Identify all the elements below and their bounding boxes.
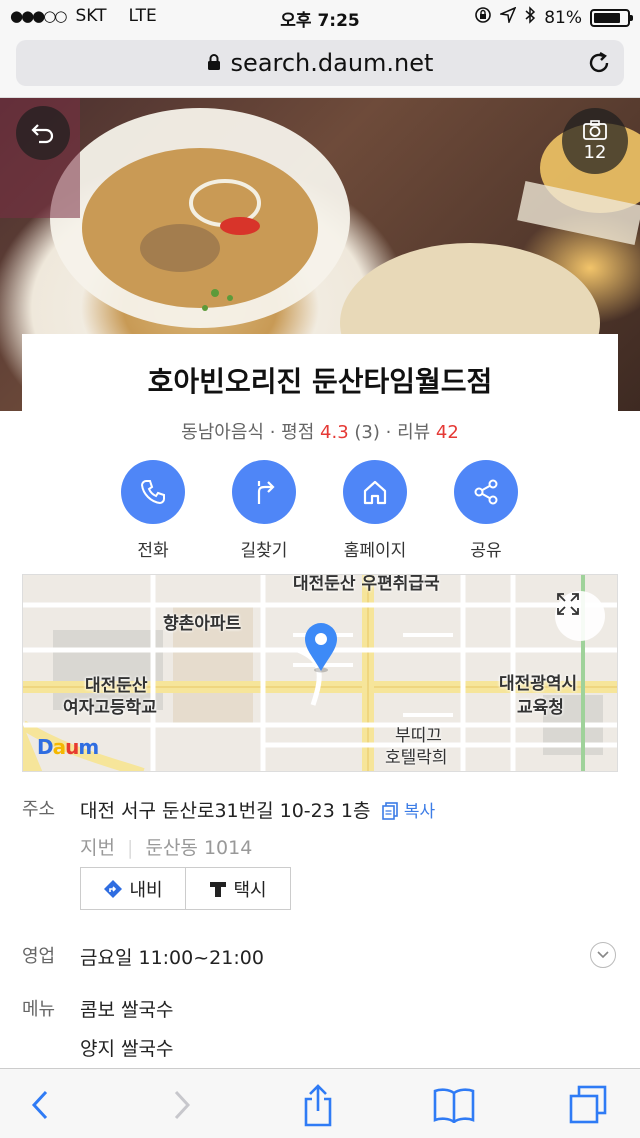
address-text: 대전 서구 둔산로31번길 10-23 1층 xyxy=(80,800,371,822)
photo-gallery-button[interactable]: 12 xyxy=(562,108,628,174)
browser-share-button[interactable] xyxy=(296,1083,340,1127)
home-icon xyxy=(343,460,407,524)
place-category: 동남아음식 xyxy=(181,422,264,443)
homepage-button[interactable]: 홈페이지 xyxy=(325,460,425,561)
bookmarks-button[interactable] xyxy=(432,1083,476,1127)
map-label-hotel-2: 호텔락희 xyxy=(385,748,448,768)
share-sheet-icon xyxy=(304,1084,332,1127)
map-label-post-office: 대전둔산 우편취급국 xyxy=(293,574,440,594)
directions-label: 길찾기 xyxy=(240,541,288,561)
photo-count: 12 xyxy=(583,141,607,163)
share-button[interactable]: 공유 xyxy=(436,460,536,561)
address-row: 대전 서구 둔산로31번길 10-23 1층 복사 xyxy=(80,796,435,823)
bluetooth-icon xyxy=(524,6,536,29)
expand-hours-button[interactable] xyxy=(590,942,616,968)
rating-value[interactable]: 4.3 xyxy=(320,422,349,443)
copy-address-button[interactable]: 복사 xyxy=(382,802,435,822)
share-label: 공유 xyxy=(470,541,502,561)
taxi-label: 택시 xyxy=(233,879,267,901)
menu-item: 콤보 쌀국수 xyxy=(80,999,174,1021)
map-label-school-2: 여자고등학교 xyxy=(63,698,157,718)
chevron-down-icon xyxy=(597,951,609,959)
status-bar: ●●●○○ SKT LTE 오후 7:25 81% xyxy=(0,0,640,34)
place-summary: 동남아음식 · 평점 4.3 (3) · 리뷰 42 xyxy=(181,422,459,443)
back-button[interactable] xyxy=(16,106,70,160)
location-icon xyxy=(498,6,517,28)
jibun-text: 둔산동 1014 xyxy=(145,837,253,859)
battery-icon xyxy=(590,8,633,27)
directions-button[interactable]: 길찾기 xyxy=(214,460,314,561)
menu-label: 메뉴 xyxy=(22,999,56,1020)
navi-label: 내비 xyxy=(129,879,163,901)
hours-text: 금요일 11:00~21:00 xyxy=(80,947,264,969)
jibun-row: 지번 | 둔산동 1014 xyxy=(80,837,253,859)
action-bar: 전화 길찾기 홈페이지 공유 xyxy=(0,460,640,561)
place-header-card: 호아빈오리진 둔산타임월드점 동남아음식 · 평점 4.3 (3) · 리뷰 4… xyxy=(22,334,618,454)
daum-logo: Daum xyxy=(37,735,99,759)
url-text: search.daum.net xyxy=(230,49,434,77)
share-icon xyxy=(454,460,518,524)
homepage-label: 홈페이지 xyxy=(343,541,407,561)
transport-buttons: 내비 택시 xyxy=(80,867,291,910)
taxi-icon xyxy=(210,881,227,897)
review-count[interactable]: 42 xyxy=(436,422,459,443)
menu-item: 양지 쌀국수 xyxy=(80,1038,174,1060)
undo-arrow-icon xyxy=(31,124,54,144)
map-label-office-2: 교육청 xyxy=(517,698,564,718)
address-label: 주소 xyxy=(22,799,56,820)
browser-back-button[interactable] xyxy=(18,1083,62,1127)
navi-button[interactable]: 내비 xyxy=(81,868,185,909)
lock-icon xyxy=(207,49,221,77)
taxi-button[interactable]: 택시 xyxy=(185,868,290,909)
call-button[interactable]: 전화 xyxy=(103,460,203,561)
copy-icon xyxy=(382,802,399,820)
rating-count: (3) xyxy=(354,422,380,443)
url-field[interactable]: search.daum.net xyxy=(16,40,624,86)
map-label-office-1: 대전광역시 xyxy=(499,674,578,694)
orientation-lock-icon xyxy=(474,6,492,29)
book-icon xyxy=(433,1088,475,1123)
place-name: 호아빈오리진 둔산타임월드점 xyxy=(147,365,493,398)
map-view[interactable]: 대전둔산 우편취급국 향촌아파트 대전둔산 여자고등학교 대전광역시 교육청 부… xyxy=(22,574,618,772)
navi-icon xyxy=(104,879,123,898)
expand-map-button[interactable] xyxy=(555,591,605,641)
hours-label: 영업 xyxy=(22,946,56,967)
directions-icon xyxy=(232,460,296,524)
jibun-label: 지번 xyxy=(80,837,115,859)
chevron-right-icon xyxy=(174,1090,191,1120)
map-label-apartment: 향촌아파트 xyxy=(163,614,242,634)
phone-icon xyxy=(121,460,185,524)
expand-icon xyxy=(557,593,579,615)
chevron-left-icon xyxy=(31,1090,48,1120)
tabs-icon xyxy=(569,1085,607,1124)
browser-forward-button[interactable] xyxy=(160,1083,204,1127)
battery-percent: 81% xyxy=(544,7,582,28)
copy-label: 복사 xyxy=(403,802,436,822)
rating-label: 평점 xyxy=(281,422,315,443)
tabs-button[interactable] xyxy=(566,1083,610,1127)
browser-toolbar xyxy=(0,1068,640,1138)
call-label: 전화 xyxy=(137,541,169,561)
reload-icon[interactable] xyxy=(586,50,612,76)
browser-address-bar: search.daum.net xyxy=(0,34,640,98)
camera-icon xyxy=(583,119,607,140)
review-label: 리뷰 xyxy=(397,422,431,443)
